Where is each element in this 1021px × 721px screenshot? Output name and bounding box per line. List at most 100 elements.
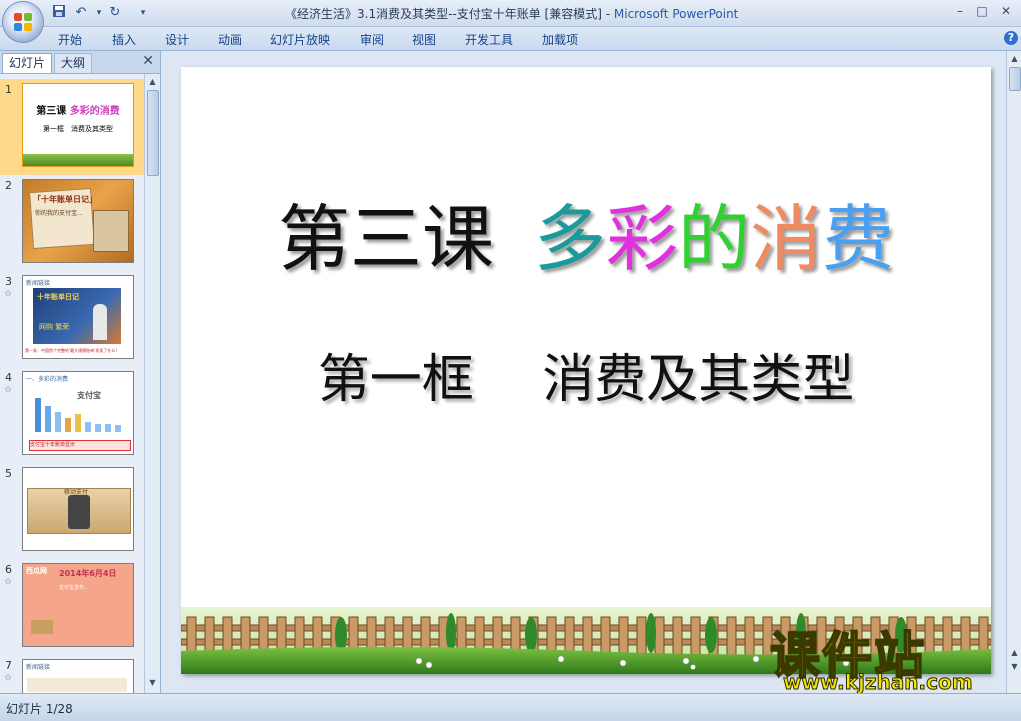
next-slide-icon[interactable]: ▼ bbox=[1009, 661, 1020, 672]
customize-toolbar-icon[interactable]: ▾ bbox=[134, 4, 152, 22]
thumb-header: 新闻链接 bbox=[26, 664, 51, 671]
thumb-subtitle: 第一框 消费及其类型 bbox=[43, 125, 113, 133]
thumb-content bbox=[27, 678, 127, 692]
slide-title[interactable]: 第三课 多彩的消费 bbox=[181, 199, 991, 279]
slide-number: 6 bbox=[5, 563, 12, 576]
thumb-person bbox=[93, 304, 107, 340]
slide-thumbnail-5[interactable]: 5 移动支付 bbox=[0, 463, 144, 559]
slide-number: 1 bbox=[5, 83, 12, 96]
slide-preview: 新闻链接 bbox=[22, 659, 134, 693]
watermark-url: www.kjzhan.com bbox=[783, 670, 974, 695]
thumb-grass-decoration bbox=[23, 154, 133, 166]
title-black-part: 第三课 bbox=[277, 197, 494, 281]
pane-close-icon[interactable]: ✕ bbox=[142, 53, 154, 69]
animation-star-icon: ☆ bbox=[4, 673, 13, 683]
thumb-label: 2014年6月4日 bbox=[59, 569, 117, 578]
tab-review[interactable]: 审阅 bbox=[360, 31, 384, 48]
editor-scrollbar[interactable]: ▲ ▲ ▼ bbox=[1006, 51, 1021, 693]
thumb-caption: 支付宝发布… bbox=[59, 585, 90, 591]
slide-thumbnail-4[interactable]: 4 ☆ 一、多彩的消费 支付宝 支付宝十年账单显示 bbox=[0, 367, 144, 463]
slide-number: 2 bbox=[5, 179, 12, 192]
pane-tabs: 幻灯片 大纲 ✕ bbox=[0, 51, 160, 74]
slide-preview: 移动支付 bbox=[22, 467, 134, 551]
title-char: 费 bbox=[822, 197, 895, 281]
thumb-title-colored: 多彩的消费 bbox=[69, 106, 120, 117]
tab-slideshow[interactable]: 幻灯片放映 bbox=[270, 31, 330, 48]
document-title: 《经济生活》3.1消费及其类型--支付宝十年账单 [兼容模式] - bbox=[285, 7, 614, 21]
slide-number: 7 bbox=[5, 659, 12, 672]
tab-home[interactable]: 开始 bbox=[58, 31, 82, 48]
slide-subtitle[interactable]: 第一框 消费及其类型 bbox=[181, 350, 991, 410]
slide-thumbnail-2[interactable]: 2 「十年账单日记」 你的我的支付宝… bbox=[0, 175, 144, 271]
thumb-footer: 支付宝十年账单显示 bbox=[29, 440, 131, 451]
close-button[interactable]: ✕ bbox=[996, 2, 1016, 20]
slide-preview: 「十年账单日记」 你的我的支付宝… bbox=[22, 179, 134, 263]
tab-animation[interactable]: 动画 bbox=[218, 31, 242, 48]
thumb-footer: 第一条：中国首个完整的'最大规模账单'发现了什么？ bbox=[25, 348, 120, 353]
title-char: 消 bbox=[750, 197, 823, 281]
app-name: Microsoft PowerPoint bbox=[613, 7, 739, 21]
animation-star-icon: ☆ bbox=[4, 577, 13, 587]
slide-counter: 幻灯片 1/28 bbox=[6, 702, 73, 716]
save-icon[interactable] bbox=[50, 4, 68, 22]
tab-slides[interactable]: 幻灯片 bbox=[2, 53, 53, 73]
slide-number: 5 bbox=[5, 467, 12, 480]
title-char: 多 bbox=[533, 197, 606, 281]
title-bar: ↶ ▾ ↻ ▾ 《经济生活》3.1消费及其类型--支付宝十年账单 [兼容模式] … bbox=[0, 0, 1021, 42]
scroll-up-icon[interactable]: ▲ bbox=[147, 76, 158, 87]
thumb-sub: 你的我的支付宝… bbox=[35, 210, 84, 217]
status-bar: 幻灯片 1/28 bbox=[0, 693, 1021, 721]
slide-preview: 西瓜网 2014年6月4日 支付宝发布… bbox=[22, 563, 134, 647]
tab-outline[interactable]: 大纲 bbox=[54, 53, 93, 73]
restore-button[interactable]: □ bbox=[972, 2, 992, 20]
thumb-bar-chart bbox=[35, 398, 121, 432]
undo-icon[interactable]: ↶ bbox=[72, 4, 90, 22]
tab-addins[interactable]: 加载项 bbox=[542, 31, 578, 48]
minimize-button[interactable]: – bbox=[950, 2, 970, 20]
title-char: 彩 bbox=[605, 197, 678, 281]
scroll-down-icon[interactable]: ▼ bbox=[147, 677, 158, 688]
slide-preview: 一、多彩的消费 支付宝 支付宝十年账单显示 bbox=[22, 371, 134, 455]
tab-developer[interactable]: 开发工具 bbox=[465, 31, 513, 48]
slide-thumbnail-list: 1 第三课 多彩的消费 第一框 消费及其类型 2 「十年账单日记」 你的我的支付… bbox=[0, 74, 144, 693]
thumb-phone bbox=[68, 495, 90, 529]
thumb-caption: 网购 繁荣 bbox=[39, 323, 70, 331]
help-icon[interactable]: ? bbox=[1004, 31, 1018, 45]
thumb-photo bbox=[93, 210, 129, 252]
title-char: 的 bbox=[678, 197, 751, 281]
slide-number: 3 bbox=[5, 275, 12, 288]
tab-view[interactable]: 视图 bbox=[412, 31, 436, 48]
tab-insert[interactable]: 插入 bbox=[112, 31, 136, 48]
thumb-header: 西瓜网 bbox=[26, 567, 47, 575]
slides-scrollbar[interactable]: ▲ ▼ bbox=[144, 74, 160, 693]
slide-preview: 新闻链接 十年账单日记 网购 繁荣 第一条：中国首个完整的'最大规模账单'发现了… bbox=[22, 275, 134, 359]
previous-slide-icon[interactable]: ▲ bbox=[1009, 647, 1020, 658]
thumb-label: 移动支付 bbox=[64, 489, 89, 496]
thumb-header: 一、多彩的消费 bbox=[26, 376, 69, 383]
thumb-label: 十年账单日记 bbox=[37, 293, 79, 301]
thumb-header: 新闻链接 bbox=[26, 280, 51, 287]
thumb-phone-image: 移动支付 bbox=[27, 488, 131, 534]
ribbon-tabs: 开始 插入 设计 动画 幻灯片放映 审阅 视图 开发工具 加载项 ? bbox=[0, 27, 1021, 51]
office-logo-icon bbox=[14, 13, 32, 31]
slide-editor: 第三课 多彩的消费 第一框 消费及其类型 bbox=[161, 51, 1006, 693]
thumb-video-frame: 十年账单日记 网购 繁荣 bbox=[33, 288, 121, 344]
thumb-title: 第三课 bbox=[36, 106, 67, 117]
slide-thumbnail-7[interactable]: 7 ☆ 新闻链接 bbox=[0, 655, 144, 693]
slide-thumbnail-3[interactable]: 3 ☆ 新闻链接 十年账单日记 网购 繁荣 第一条：中国首个完整的'最大规模账单… bbox=[0, 271, 144, 367]
redo-icon[interactable]: ↻ bbox=[106, 4, 124, 22]
current-slide[interactable]: 第三课 多彩的消费 第一框 消费及其类型 bbox=[181, 67, 991, 674]
slide-thumbnail-6[interactable]: 6 ☆ 西瓜网 2014年6月4日 支付宝发布… bbox=[0, 559, 144, 655]
slides-pane: 幻灯片 大纲 ✕ 1 第三课 多彩的消费 第一框 消费及其类型 2 「十年账单日… bbox=[0, 51, 161, 693]
scroll-up-icon[interactable]: ▲ bbox=[1009, 53, 1020, 64]
slide-number: 4 bbox=[5, 371, 12, 384]
slide-preview: 第三课 多彩的消费 第一框 消费及其类型 bbox=[22, 83, 134, 167]
scroll-thumb[interactable] bbox=[1009, 67, 1021, 91]
tab-design[interactable]: 设计 bbox=[165, 31, 189, 48]
slide-thumbnail-1[interactable]: 1 第三课 多彩的消费 第一框 消费及其类型 bbox=[0, 79, 144, 175]
thumb-label: 「十年账单日记」 bbox=[33, 195, 97, 204]
thumb-decoration bbox=[31, 620, 53, 634]
office-button[interactable] bbox=[3, 2, 43, 42]
scroll-thumb[interactable] bbox=[147, 90, 159, 176]
window-title: 《经济生活》3.1消费及其类型--支付宝十年账单 [兼容模式] - Micros… bbox=[285, 5, 738, 22]
